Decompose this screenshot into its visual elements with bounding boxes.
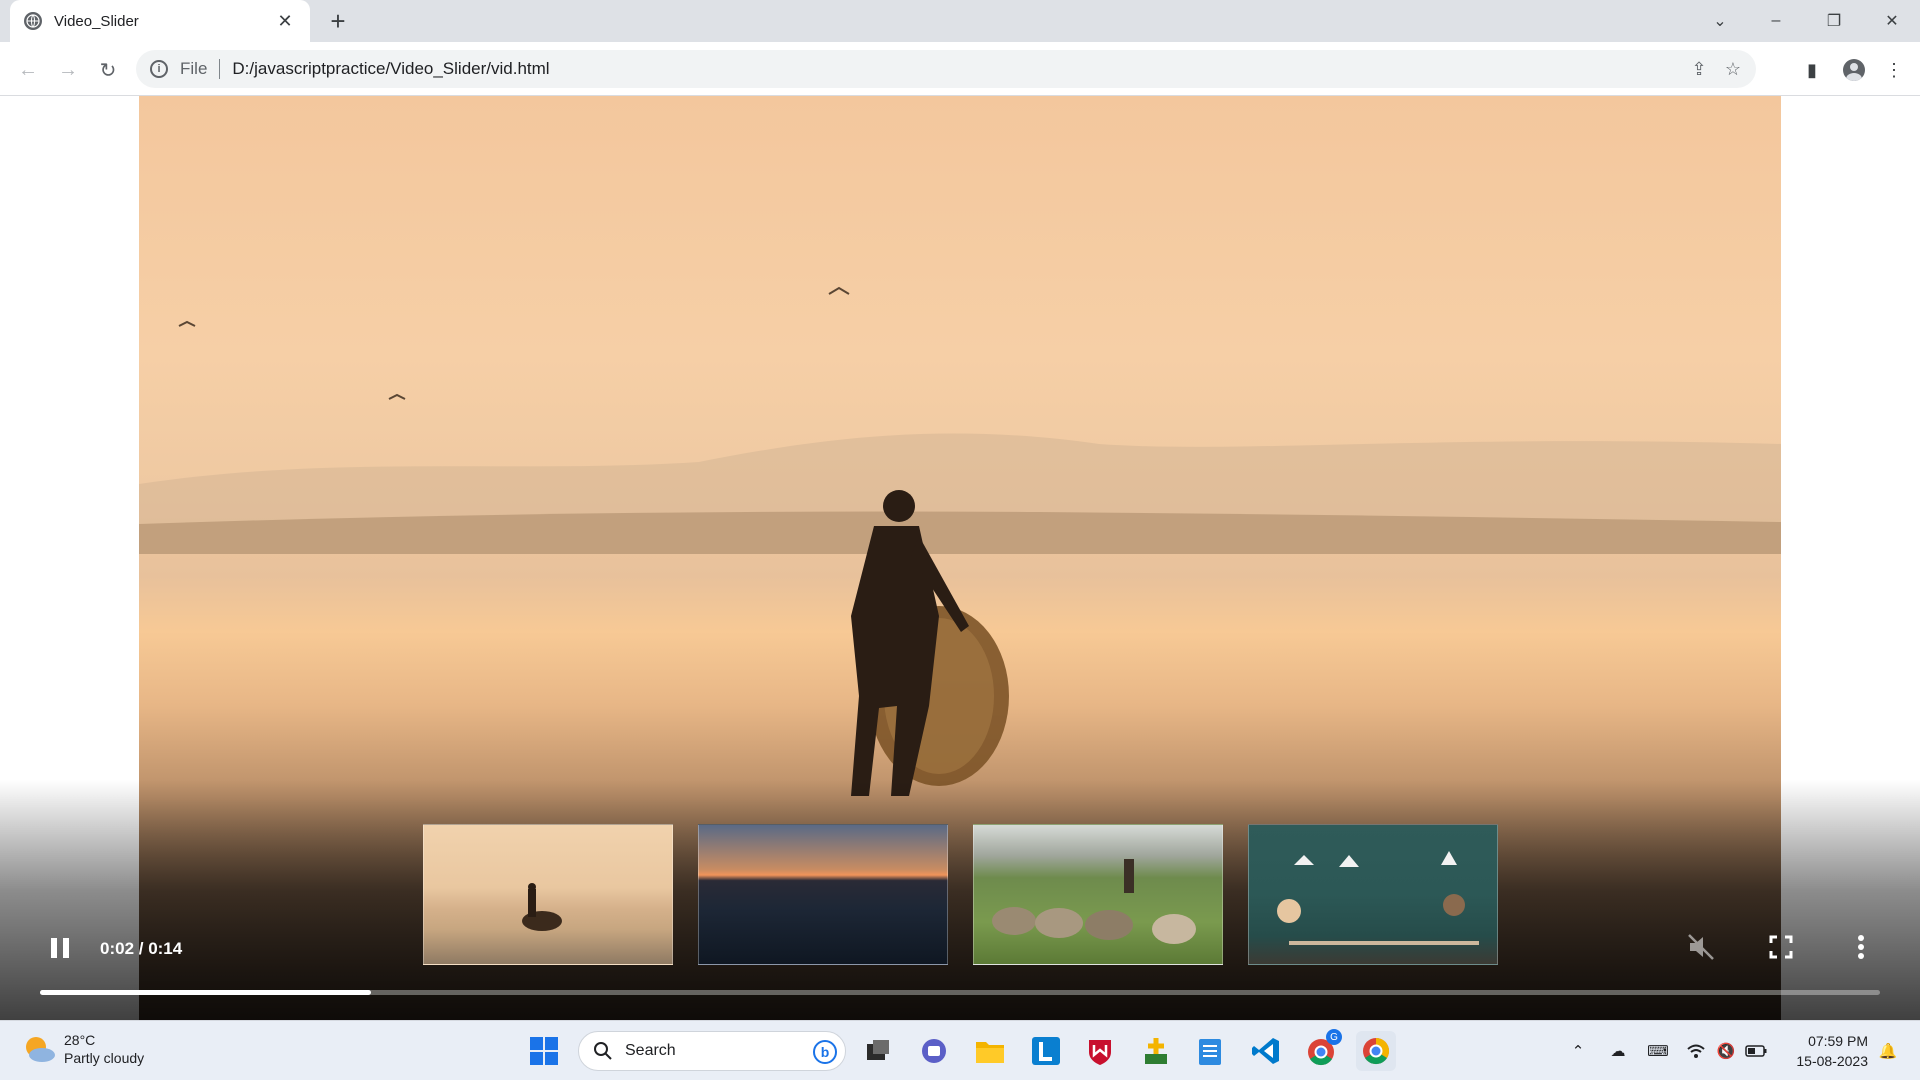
clock-time: 07:59 PM [1808,1033,1868,1049]
video-player[interactable] [139,96,1781,1020]
sheep-thumbnail-art [992,859,1196,944]
new-tab-button[interactable]: + [322,6,354,36]
bing-icon[interactable]: b [813,1040,837,1064]
video-thumbnail-3[interactable] [973,824,1223,965]
browser-titlebar: Video_Slider ✕ + ⌄ – ❐ ✕ [0,0,1920,42]
file-explorer-button[interactable] [970,1031,1010,1071]
tab-title: Video_Slider [54,12,139,30]
l-app-button[interactable] [1026,1031,1066,1071]
windows-logo-icon [530,1037,558,1065]
l-app-icon [1032,1037,1060,1065]
onedrive-cloud-icon[interactable]: ☁ [1606,1039,1630,1063]
forward-button[interactable]: → [52,54,84,86]
weather-temperature: 28°C [64,1032,96,1048]
office-thumbnail-art [1277,851,1479,945]
weather-description: Partly cloudy [64,1050,145,1066]
page-content: 0:02 / 0:14 [0,96,1920,1020]
share-icon[interactable]: ⇪ [1686,56,1712,82]
tab-search-icon[interactable]: ⌄ [1692,0,1748,42]
chrome-active-button[interactable] [1356,1031,1396,1071]
scheme-label: File [180,59,208,78]
side-panel-icon[interactable]: ▮ [1796,54,1828,86]
task-view-button[interactable] [858,1031,898,1071]
mute-button[interactable] [1686,932,1716,962]
tab-video-slider[interactable]: Video_Slider ✕ [10,0,310,42]
system-clock[interactable]: 07:59 PM 15-08-2023 [1784,1031,1868,1071]
app-plus-button[interactable] [1136,1031,1176,1071]
pause-icon [51,938,69,958]
progress-played [40,990,372,995]
chrome-profile-button[interactable]: G [1302,1029,1342,1071]
battery-icon[interactable] [1744,1039,1768,1063]
progress-bar[interactable] [40,990,1880,995]
fullscreen-button[interactable] [1766,932,1796,962]
notification-bell-icon[interactable]: 🔔 [1876,1039,1900,1063]
back-button[interactable]: ← [12,54,44,86]
chrome-icon [1363,1037,1390,1065]
volume-muted-icon[interactable]: 🔇 [1714,1039,1738,1063]
browser-toolbar: ← → ↻ i File D:/javascriptpractice/Video… [0,42,1920,96]
start-button[interactable] [524,1031,564,1071]
menu-kebab-icon[interactable]: ⋮ [1878,54,1910,86]
search-label: Search [625,1042,676,1059]
vscode-button[interactable] [1246,1031,1286,1071]
taskbar-search-box[interactable]: Search b [578,1031,846,1071]
more-options-button[interactable] [1846,932,1876,962]
pause-button[interactable] [46,934,74,962]
plus-stack-icon [1145,1038,1167,1064]
vscode-icon [1252,1038,1279,1064]
search-icon [594,1042,612,1060]
chat-app-button[interactable] [914,1031,954,1071]
partly-cloudy-icon [22,1034,56,1064]
chat-icon [922,1039,946,1063]
folder-icon [976,1042,1004,1063]
bookmark-star-icon[interactable]: ☆ [1720,56,1746,82]
video-thumbnail-4[interactable] [1248,824,1498,965]
fullscreen-icon [1769,935,1793,959]
window-close-button[interactable]: ✕ [1864,0,1920,42]
muted-speaker-icon [1688,934,1714,960]
task-view-icon [867,1040,889,1060]
profile-button[interactable] [1838,54,1870,86]
close-icon[interactable]: ✕ [274,10,296,32]
time-display: 0:02 / 0:14 [100,939,183,958]
windows-taskbar: 28°C Partly cloudy Search b G ⌃ ☁ ⌨ 🔇 07… [0,1020,1920,1080]
profile-badge: G [1326,1029,1342,1045]
wifi-icon[interactable] [1684,1039,1708,1063]
shield-icon [1089,1040,1111,1065]
kebab-icon [1858,935,1864,959]
notepad-icon [1199,1039,1221,1065]
weather-widget[interactable]: 28°C Partly cloudy [22,1031,144,1067]
clock-date: 15-08-2023 [1796,1053,1868,1069]
fisherman-silhouette [178,286,1009,796]
video-thumbnail-2[interactable] [698,824,948,965]
avatar [1843,59,1865,81]
url-text[interactable]: D:/javascriptpractice/Video_Slider/vid.h… [232,59,549,79]
video-thumbnail-1[interactable] [423,824,673,965]
fisherman-thumbnail-art [522,883,562,931]
mcafee-button[interactable] [1080,1031,1120,1071]
omnibox-divider [219,59,221,79]
keyboard-icon[interactable]: ⌨ [1646,1039,1670,1063]
restore-button[interactable]: ❐ [1806,0,1862,42]
info-icon[interactable]: i [150,60,168,78]
show-hidden-icons-chevron-icon[interactable]: ⌃ [1566,1039,1590,1063]
reload-button[interactable]: ↻ [92,54,124,86]
address-bar[interactable]: i File D:/javascriptpractice/Video_Slide… [136,50,1756,88]
notepad-button[interactable] [1190,1031,1230,1071]
globe-icon [24,12,42,30]
minimize-button[interactable]: – [1748,0,1804,42]
